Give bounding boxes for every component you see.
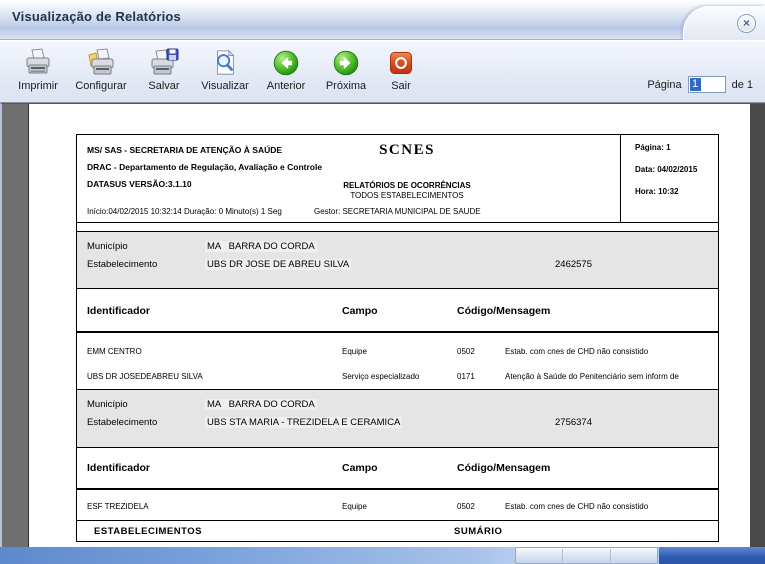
table-row: EMM CENTRO Equipe 0502 Estab. com cnes d… (77, 339, 718, 364)
estabelecimento-label: Estabelecimento (87, 417, 205, 428)
row-campo: Serviço especializado (342, 372, 457, 381)
header-time: Hora: 10:32 (635, 187, 718, 196)
cnes-code: 2756374 (555, 417, 718, 428)
previous-button-label: Anterior (267, 80, 306, 92)
report-header-right: Página: 1 Data: 04/02/2015 Hora: 10:32 (620, 135, 718, 222)
spacer (76, 223, 719, 231)
page-label: Página (647, 79, 681, 91)
page-control: Página 1 de 1 (647, 76, 753, 93)
header-date: Data: 04/02/2015 (635, 165, 718, 174)
org-line1: MS/ SAS - SECRETARIA DE ATENÇÃO À SAÚDE (87, 142, 322, 159)
col-codigo-mensagem: Código/Mensagem (457, 305, 718, 331)
gestor-line: Gestor: SECRETARIA MUNICIPAL DE SAUDE (314, 207, 481, 216)
close-icon[interactable]: × (737, 14, 756, 33)
exit-icon (388, 47, 414, 79)
row-mensagem: Estab. com cnes de CHD não consistido (505, 347, 718, 356)
municipio-value: MA BARRA DO CORDA (205, 399, 317, 410)
window-title: Visualização de Relatórios (12, 9, 181, 24)
printer-config-icon (85, 47, 117, 79)
estabelecimento-label: Estabelecimento (87, 259, 205, 270)
col-identificador: Identificador (87, 305, 342, 331)
report-subtitle: TODOS ESTABELECIMENTOS (277, 191, 537, 201)
table-rows-2: ESF TREZIDELA Equipe 0502 Estab. com cne… (76, 490, 719, 521)
previous-button[interactable]: Anterior (256, 46, 316, 92)
page-number-input[interactable]: 1 (688, 76, 726, 93)
next-button[interactable]: Próxima (316, 46, 376, 92)
viewer-right-margin (748, 104, 765, 547)
summary-left: ESTABELECIMENTOS (94, 526, 454, 537)
row-campo: Equipe (342, 502, 457, 511)
report-summary-row: ESTABELECIMENTOS SUMÁRIO (76, 521, 719, 542)
printer-save-icon (148, 47, 180, 79)
row-mensagem: Atenção à Saúde do Penitenciário sem inf… (505, 372, 718, 381)
org-line2: DRAC - Departamento de Regulação, Avalia… (87, 159, 322, 176)
municipality-band-1: Município MA BARRA DO CORDA Estabelecime… (76, 231, 719, 289)
horizontal-scrollbar[interactable] (0, 547, 765, 564)
page-number-value: 1 (690, 78, 701, 91)
titlebar-corner: × (683, 6, 765, 40)
scrollbar-thumb[interactable] (515, 547, 658, 564)
row-codigo: 0171 (457, 372, 505, 381)
cnes-code: 2462575 (555, 259, 718, 270)
table-header-2: Identificador Campo Código/Mensagem (76, 448, 719, 490)
row-identificador: UBS DR JOSEDEABREU SILVA (87, 372, 342, 381)
printer-icon (22, 47, 54, 79)
col-campo: Campo (342, 462, 457, 488)
previous-arrow-icon (272, 47, 300, 79)
row-identificador: ESF TREZIDELA (87, 502, 342, 511)
next-arrow-icon (332, 47, 360, 79)
scrollbar-track-right[interactable] (659, 547, 765, 564)
col-codigo-mensagem: Código/Mensagem (457, 462, 718, 488)
col-campo: Campo (342, 305, 457, 331)
page-total-label: de 1 (732, 79, 753, 91)
municipio-label: Município (87, 241, 205, 252)
row-codigo: 0502 (457, 347, 505, 356)
scnes-logo: SCNES (307, 142, 507, 159)
summary-right: SUMÁRIO (454, 526, 718, 537)
table-row: ESF TREZIDELA Equipe 0502 Estab. com cne… (77, 492, 718, 520)
print-button[interactable]: Imprimir (8, 46, 68, 92)
runtime-line: Início:04/02/2015 10:32:14 Duração: 0 Mi… (87, 207, 282, 216)
titlebar: Visualização de Relatórios × (0, 0, 765, 40)
toolbar: Imprimir Configurar Sa (0, 40, 765, 103)
row-identificador: EMM CENTRO (87, 347, 342, 356)
estabelecimento-value: UBS DR JOSE DE ABREU SILVA (205, 259, 351, 270)
preview-button-label: Visualizar (201, 80, 249, 92)
save-button[interactable]: Salvar (134, 46, 194, 92)
table-header-1: Identificador Campo Código/Mensagem (76, 289, 719, 333)
exit-button-label: Sair (391, 80, 411, 92)
row-mensagem: Estab. com cnes de CHD não consistido (505, 502, 718, 511)
exit-button[interactable]: Sair (376, 46, 426, 92)
report-viewer: MS/ SAS - SECRETARIA DE ATENÇÃO À SAÚDE … (0, 103, 765, 547)
configure-button[interactable]: Configurar (68, 46, 134, 92)
row-campo: Equipe (342, 347, 457, 356)
next-button-label: Próxima (326, 80, 366, 92)
print-button-label: Imprimir (18, 80, 58, 92)
report-title: RELATÓRIOS DE OCORRÊNCIAS (277, 181, 537, 191)
table-rows-1: EMM CENTRO Equipe 0502 Estab. com cnes d… (76, 333, 719, 390)
configure-button-label: Configurar (75, 80, 126, 92)
municipio-value: MA BARRA DO CORDA (205, 241, 317, 252)
municipio-label: Município (87, 399, 205, 410)
header-page: Página: 1 (635, 143, 718, 152)
preview-icon (210, 47, 240, 79)
row-codigo: 0502 (457, 502, 505, 511)
save-button-label: Salvar (148, 80, 179, 92)
table-row: UBS DR JOSEDEABREU SILVA Serviço especia… (77, 364, 718, 389)
report-page: MS/ SAS - SECRETARIA DE ATENÇÃO À SAÚDE … (28, 104, 750, 547)
municipality-band-2: Município MA BARRA DO CORDA Estabelecime… (76, 390, 719, 448)
report-content: MS/ SAS - SECRETARIA DE ATENÇÃO À SAÚDE … (76, 134, 719, 542)
report-header: MS/ SAS - SECRETARIA DE ATENÇÃO À SAÚDE … (76, 134, 719, 223)
report-title-block: RELATÓRIOS DE OCORRÊNCIAS TODOS ESTABELE… (277, 181, 537, 201)
estabelecimento-value: UBS STA MARIA - TREZIDELA E CERAMICA (205, 417, 402, 428)
preview-button[interactable]: Visualizar (194, 46, 256, 92)
col-identificador: Identificador (87, 462, 342, 488)
